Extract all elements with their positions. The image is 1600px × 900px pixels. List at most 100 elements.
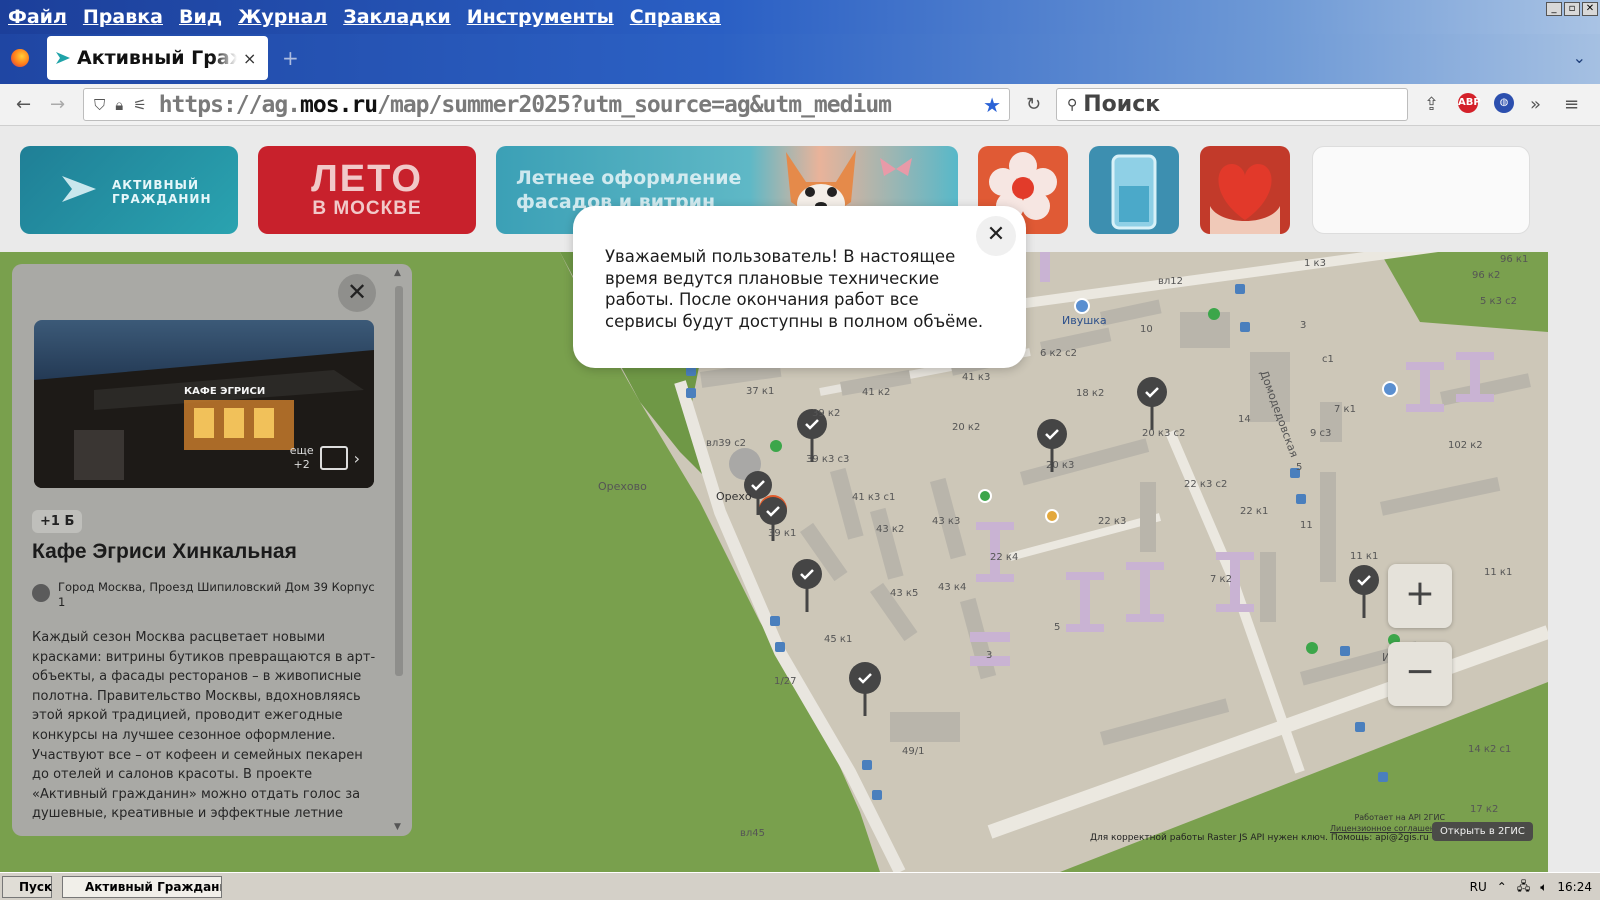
tile-glass[interactable]: [1089, 146, 1179, 234]
place-card: ✕ КАФЕ ЭГРИСИ еще +2 › +1 Б Кафе Эгриси …: [12, 264, 412, 836]
restore-button[interactable]: ▫: [1564, 2, 1580, 16]
tab-title: Активный Граж: [77, 47, 237, 69]
start-button[interactable]: Пуск: [2, 876, 52, 898]
permissions-icon[interactable]: ⚟: [133, 96, 146, 114]
firefox-icon[interactable]: [11, 49, 29, 67]
svg-text:Орехо: Орехо: [716, 490, 752, 503]
place-description: Каждый сезон Москва расцветает новыми кр…: [32, 630, 376, 822]
shield-icon[interactable]: ⛉: [94, 96, 105, 114]
svg-text:1 к3: 1 к3: [1304, 258, 1326, 269]
svg-text:10: 10: [1140, 324, 1153, 335]
window-controls: _ ▫ ✕: [1546, 2, 1598, 16]
hamburger-menu-icon[interactable]: ≡: [1564, 94, 1579, 115]
menu-bar: Файл Правка Вид Журнал Закладки Инструме…: [0, 0, 1600, 34]
svg-text:11 к1: 11 к1: [1350, 551, 1378, 562]
svg-text:5: 5: [1296, 462, 1302, 473]
web-page: АКТИВНЫЙ ГРАЖДАНИН ЛЕТО В МОСКВЕ Летнее …: [0, 126, 1600, 872]
svg-text:7 к1: 7 к1: [1334, 404, 1356, 415]
reload-icon[interactable]: ↻: [1026, 94, 1041, 115]
card-scrollbar[interactable]: ▲ ▼: [394, 268, 404, 832]
map-api-note: Работает на API 2ГИС Лицензионное соглаш…: [1330, 813, 1446, 833]
scroll-up-icon[interactable]: ▲: [394, 268, 401, 278]
svg-text:КАФЕ ЭГРИСИ: КАФЕ ЭГРИСИ: [184, 386, 265, 397]
menu-help[interactable]: Справка: [630, 6, 721, 28]
svg-text:37 к1: 37 к1: [746, 386, 774, 397]
language-indicator[interactable]: RU: [1470, 880, 1487, 894]
back-arrow-icon[interactable]: ←: [16, 94, 31, 115]
svg-text:22 к4: 22 к4: [990, 552, 1018, 563]
card-close-button[interactable]: ✕: [338, 274, 376, 312]
network-icon[interactable]: 🖧︎: [1517, 877, 1530, 898]
maintenance-dialog: ✕ Уважаемый пользователь! В настоящее вр…: [573, 206, 1026, 368]
zoom-in-button[interactable]: +: [1388, 564, 1452, 628]
tile-empty[interactable]: [1312, 146, 1530, 234]
dialog-message: Уважаемый пользователь! В настоящее врем…: [605, 247, 984, 331]
ag-banner-text: АКТИВНЫЙ ГРАЖДАНИН: [112, 178, 212, 206]
svg-text:22 к3 с2: 22 к3 с2: [1184, 479, 1227, 490]
menu-view[interactable]: Вид: [179, 6, 222, 28]
image-icon: [319, 446, 348, 470]
svg-text:вл45: вл45: [740, 828, 765, 839]
new-tab-button[interactable]: +: [282, 46, 299, 70]
menu-bookmarks[interactable]: Закладки: [343, 6, 451, 28]
svg-text:1/27: 1/27: [774, 676, 796, 687]
svg-text:5 к3 с2: 5 к3 с2: [1480, 296, 1517, 307]
butterfly-icon: [880, 158, 912, 176]
svg-text:14 к2 с1: 14 к2 с1: [1468, 744, 1511, 755]
ag-logo-icon: [62, 176, 96, 202]
svg-text:11: 11: [1300, 520, 1313, 531]
place-title: Кафе Эгриси Хинкальная: [32, 540, 297, 563]
tray-expand-icon[interactable]: ⌃: [1497, 880, 1507, 894]
menu-edit[interactable]: Правка: [83, 6, 163, 28]
close-window-button[interactable]: ✕: [1582, 2, 1598, 16]
place-photo[interactable]: КАФЕ ЭГРИСИ еще +2 ›: [34, 320, 374, 488]
photo-more-button[interactable]: еще +2 ›: [290, 444, 360, 472]
tile-heart[interactable]: [1200, 146, 1290, 234]
glass-icon: [1111, 154, 1157, 230]
taskbar-firefox-window[interactable]: Активный Граждани...: [62, 876, 222, 898]
svg-text:6 к2 с2: 6 к2 с2: [1040, 348, 1077, 359]
lock-icon[interactable]: 🔒︎: [115, 96, 123, 114]
svg-text:20 к2: 20 к2: [952, 422, 980, 433]
scrollbar-thumb[interactable]: [395, 286, 403, 676]
menu-file[interactable]: Файл: [8, 6, 67, 28]
tab-list-chevron-icon[interactable]: ⌄: [1573, 48, 1586, 67]
svg-text:с1: с1: [1322, 354, 1334, 365]
svg-text:3: 3: [986, 650, 992, 661]
open-in-2gis-button[interactable]: Открыть в 2ГИС: [1432, 822, 1533, 841]
chevron-right-icon: ›: [353, 448, 360, 468]
bookmark-star-icon[interactable]: ★: [983, 93, 1001, 117]
svg-text:39 к2: 39 к2: [812, 408, 840, 419]
extensions-icon[interactable]: ⇪: [1424, 94, 1439, 115]
tab-strip: Активный Граж × + ⌄: [0, 34, 1600, 84]
svg-text:49/1: 49/1: [902, 746, 924, 757]
scroll-down-icon[interactable]: ▼: [394, 822, 401, 832]
tab-close-icon[interactable]: ×: [243, 49, 256, 68]
menu-history[interactable]: Журнал: [238, 6, 327, 28]
volume-icon[interactable]: 🔈︎: [1540, 880, 1547, 895]
minimize-button[interactable]: _: [1546, 2, 1562, 16]
adblock-icon[interactable]: ABP: [1458, 93, 1481, 113]
search-input[interactable]: Поиск: [1083, 92, 1160, 117]
svg-text:вл39 с2: вл39 с2: [706, 438, 746, 449]
globe-extension-icon[interactable]: ◍: [1494, 93, 1514, 113]
map-label-orekhovo: Орехово: [598, 480, 647, 493]
search-bar[interactable]: ⚲ Поиск: [1056, 88, 1408, 121]
system-tray: RU ⌃ 🖧︎ 🔈︎ 16:24: [1470, 875, 1600, 899]
leto-subtitle: В МОСКВЕ: [312, 198, 422, 219]
forward-arrow-icon[interactable]: →: [50, 94, 65, 115]
zoom-out-button[interactable]: −: [1388, 642, 1452, 706]
banner-active-citizen[interactable]: АКТИВНЫЙ ГРАЖДАНИН: [20, 146, 238, 234]
url-text[interactable]: https://ag.mos.ru/map/summer2025?utm_sou…: [159, 92, 959, 118]
clock[interactable]: 16:24: [1557, 880, 1592, 894]
svg-text:41 к3 с1: 41 к3 с1: [852, 492, 895, 503]
ag-favicon-icon: [56, 52, 70, 64]
svg-text:43 к3: 43 к3: [932, 516, 960, 527]
overflow-menu-icon[interactable]: »: [1530, 94, 1541, 115]
url-bar[interactable]: ⛉ 🔒︎ ⚟ https://ag.mos.ru/map/summer2025?…: [83, 88, 1010, 121]
svg-text:22 к3: 22 к3: [1098, 516, 1126, 527]
banner-summer-in-moscow[interactable]: ЛЕТО В МОСКВЕ: [258, 146, 476, 234]
svg-text:20 к3 с2: 20 к3 с2: [1142, 428, 1185, 439]
tab-active[interactable]: Активный Граж ×: [47, 36, 268, 80]
menu-tools[interactable]: Инструменты: [467, 6, 614, 28]
